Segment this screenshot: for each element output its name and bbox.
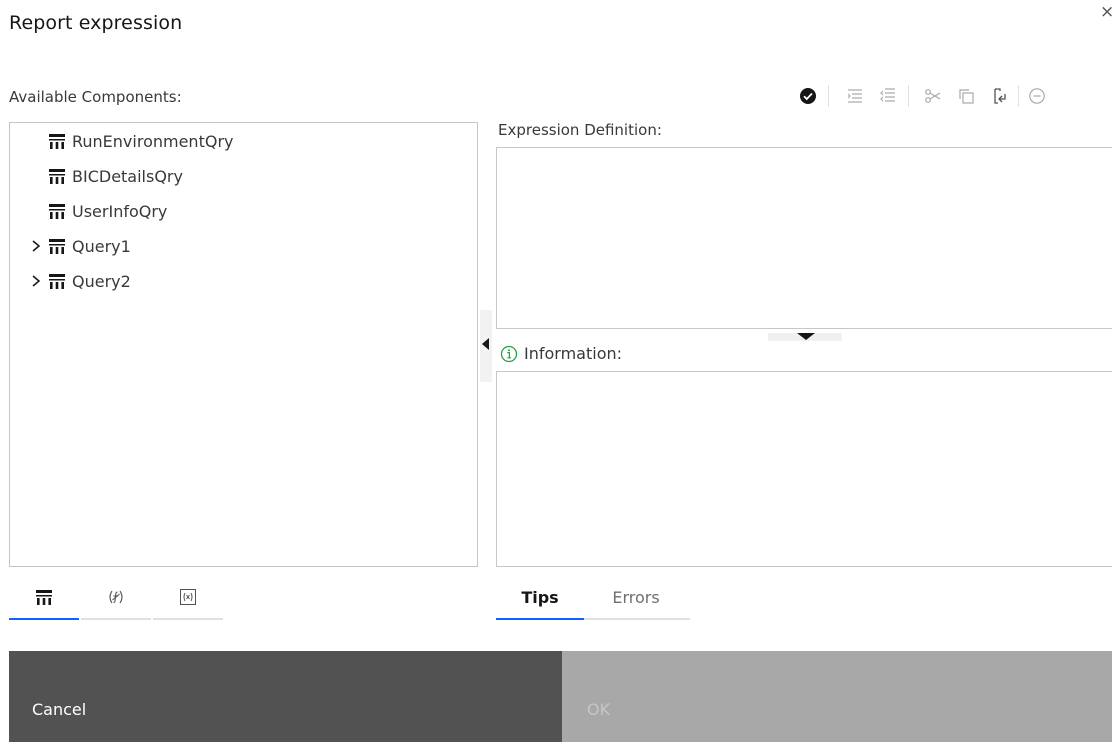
tree-item-expandable[interactable]: Query1 (28, 233, 131, 259)
toolbar-divider (828, 85, 829, 107)
tab-indicator (9, 618, 79, 620)
query-icon (49, 274, 65, 289)
tree-item-label: UserInfoQry (72, 201, 168, 221)
expression-definition-label: Expression Definition: (498, 121, 662, 139)
outdent-button[interactable] (875, 82, 901, 110)
caret-down-icon[interactable] (797, 333, 815, 340)
close-button[interactable]: × (1100, 2, 1112, 24)
ok-button[interactable]: OK (562, 651, 1112, 742)
tab-errors[interactable]: Errors (584, 574, 688, 620)
components-tree-panel: RunEnvironmentQry BICDetailsQry UserInfo… (9, 122, 478, 567)
tab-tips[interactable]: Tips (496, 574, 584, 620)
tree-item-label: Query2 (72, 271, 131, 291)
information-tabs: Tips Errors (496, 574, 690, 620)
information-header: Information: (500, 344, 622, 363)
outdent-icon (880, 88, 895, 102)
validate-button[interactable] (795, 82, 821, 110)
parameter-icon (180, 589, 196, 605)
query-icon (49, 169, 65, 184)
query-icon (36, 590, 52, 605)
tree-item-label: RunEnvironmentQry (72, 131, 234, 151)
expression-toolbar (790, 82, 1112, 110)
available-components-label: Available Components: (9, 88, 182, 106)
dialog-title: Report expression (9, 12, 183, 34)
cut-icon (925, 89, 941, 103)
toolbar-divider (908, 85, 909, 107)
remove-icon (1029, 88, 1045, 104)
parameters-tab[interactable] (153, 574, 223, 620)
query-icon (49, 204, 65, 219)
query-icon (49, 134, 65, 149)
tree-item-label: Query1 (72, 236, 131, 256)
indent-button[interactable] (842, 82, 868, 110)
tab-indicator (584, 618, 690, 620)
information-label: Information: (524, 344, 623, 363)
tab-indicator (153, 618, 223, 620)
toolbar-divider (1018, 85, 1019, 107)
remove-button[interactable] (1024, 82, 1050, 110)
information-panel (496, 371, 1112, 567)
validate-icon (800, 88, 816, 104)
copy-icon (959, 89, 974, 104)
chevron-right-icon[interactable] (28, 275, 44, 287)
expression-definition-editor[interactable] (496, 147, 1112, 329)
tree-item[interactable]: BICDetailsQry (28, 163, 183, 189)
indent-icon (847, 89, 862, 103)
copy-button[interactable] (953, 82, 979, 110)
tree-item-expandable[interactable]: Query2 (28, 268, 131, 294)
component-tabs (9, 574, 225, 620)
data-items-tab[interactable] (9, 574, 79, 620)
tree-item-label: BICDetailsQry (72, 166, 183, 186)
cancel-button[interactable]: Cancel (9, 651, 562, 742)
paste-button[interactable] (986, 82, 1012, 110)
caret-left-icon[interactable] (482, 338, 489, 350)
chevron-right-icon[interactable] (28, 240, 44, 252)
tab-indicator (81, 618, 151, 620)
tree-item[interactable]: RunEnvironmentQry (28, 128, 233, 154)
tree-item[interactable]: UserInfoQry (28, 198, 167, 224)
cut-button[interactable] (920, 82, 946, 110)
functions-tab[interactable] (81, 574, 151, 620)
query-icon (49, 239, 65, 254)
function-icon (109, 590, 123, 604)
tab-indicator (496, 618, 584, 620)
information-icon (500, 345, 518, 362)
paste-icon (994, 88, 1006, 104)
